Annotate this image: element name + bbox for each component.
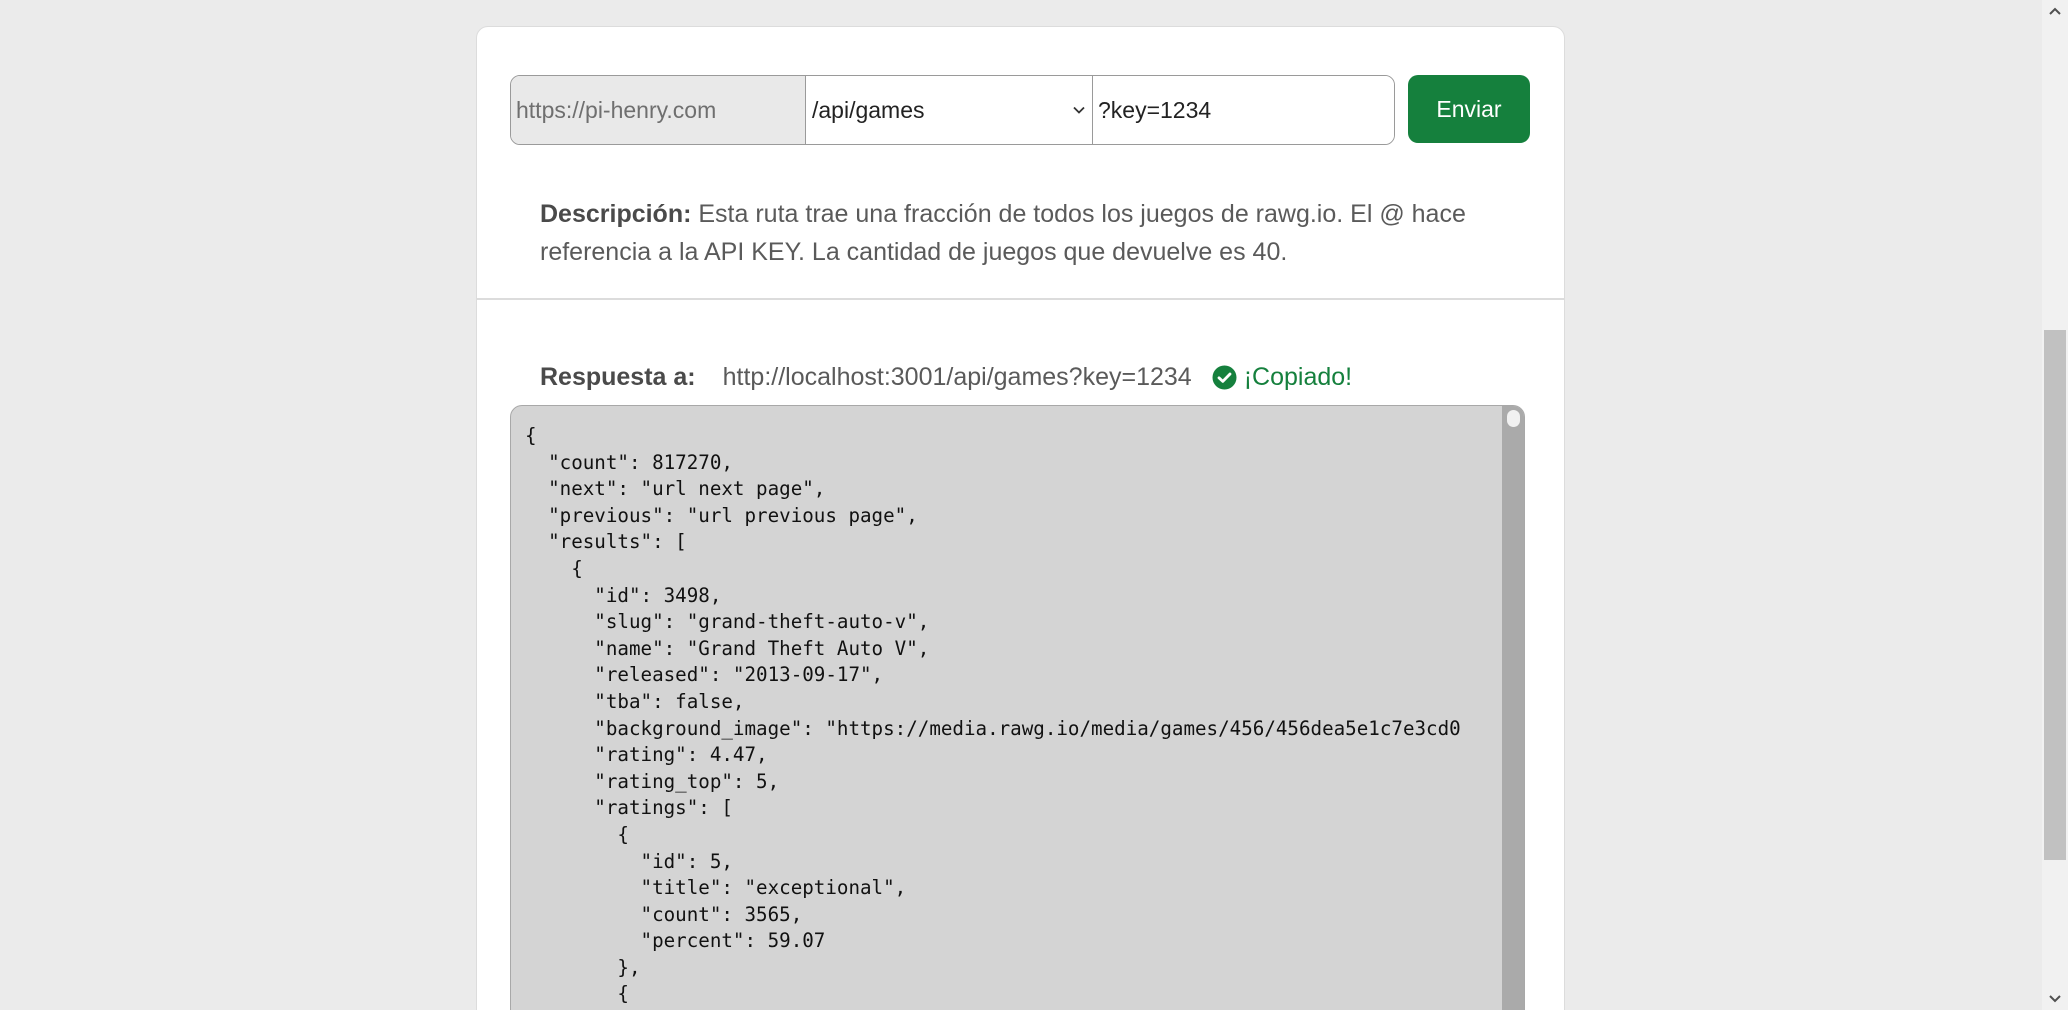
code-line: "count": 817270, — [525, 450, 733, 474]
route-description: Descripción: Esta ruta trae una fracción… — [540, 195, 1500, 271]
code-line: "background_image": "https://media.rawg.… — [525, 716, 1461, 740]
url-builder: https://pi-henry.com /api/games — [510, 75, 1395, 145]
base-url-field: https://pi-henry.com — [511, 76, 806, 144]
check-circle-icon — [1212, 365, 1237, 390]
response-json: { "count": 817270, "next": "url next pag… — [525, 423, 1501, 1008]
code-line: "released": "2013-09-17", — [525, 663, 884, 687]
copied-text: ¡Copiado! — [1243, 363, 1353, 391]
code-line: "next": "url next page", — [525, 477, 826, 501]
code-line: "count": 3565, — [525, 902, 803, 926]
code-line: "title": "exceptional", — [525, 876, 907, 900]
code-line: "ratings": [ — [525, 796, 733, 820]
code-line: "tba": false, — [525, 689, 745, 713]
description-label: Descripción: — [540, 200, 692, 228]
query-input[interactable] — [1093, 76, 1394, 144]
response-label: Respuesta a: — [540, 363, 696, 391]
code-line: "results": [ — [525, 530, 687, 554]
code-line: { — [525, 822, 629, 846]
code-line: "slug": "grand-theft-auto-v", — [525, 610, 930, 634]
code-line: "id": 5, — [525, 849, 733, 873]
scroll-down-arrow-icon[interactable] — [2042, 988, 2068, 1010]
code-line: "name": "Grand Theft Auto V", — [525, 636, 930, 660]
code-line: "id": 3498, — [525, 583, 722, 607]
section-divider — [477, 298, 1564, 300]
code-line: }, — [525, 955, 641, 979]
code-line: { — [525, 424, 537, 447]
code-line: { — [525, 556, 583, 580]
code-line: "previous": "url previous page", — [525, 503, 918, 527]
scroll-up-arrow-icon[interactable] — [2042, 0, 2068, 22]
page-scrollbar-thumb[interactable] — [2044, 330, 2066, 860]
route-select-value: /api/games — [811, 96, 925, 123]
response-url[interactable]: http://localhost:3001/api/games?key=1234 — [723, 363, 1192, 392]
code-line: "rating": 4.47, — [525, 743, 768, 767]
page-scrollbar[interactable] — [2042, 0, 2068, 1010]
code-scrollbar[interactable] — [1502, 406, 1524, 1010]
response-header: Respuesta a: http://localhost:3001/api/g… — [540, 363, 1352, 392]
api-tester-card: https://pi-henry.com /api/games Enviar D… — [476, 26, 1565, 1010]
code-line: "rating_top": 5, — [525, 769, 780, 793]
code-line: "percent": 59.07 — [525, 929, 826, 953]
copied-status: ¡Copiado! — [1212, 363, 1352, 392]
response-code-block[interactable]: { "count": 817270, "next": "url next pag… — [510, 405, 1525, 1010]
code-line: { — [525, 982, 629, 1006]
code-scrollbar-thumb[interactable] — [1507, 410, 1520, 427]
request-bar: https://pi-henry.com /api/games Enviar — [510, 75, 1530, 145]
send-button[interactable]: Enviar — [1408, 75, 1530, 143]
route-select[interactable]: /api/games — [805, 76, 1093, 144]
chevron-down-icon — [1070, 101, 1088, 119]
